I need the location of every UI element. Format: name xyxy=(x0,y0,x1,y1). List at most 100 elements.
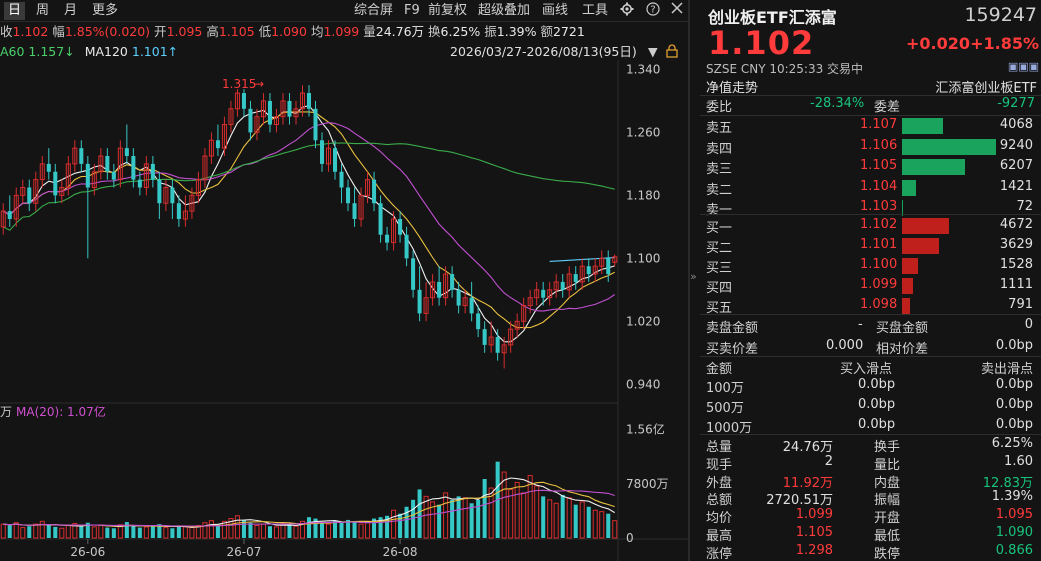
f9-button[interactable]: F9 xyxy=(404,2,420,20)
weicha-label: 委差 xyxy=(874,100,901,115)
tab-day[interactable]: 日 xyxy=(4,2,26,20)
bid-price[interactable]: 1.098 xyxy=(860,297,897,312)
price-tick-label: 1.100 xyxy=(626,251,660,265)
ma60-line xyxy=(3,142,615,231)
volume-bar xyxy=(469,503,474,538)
stat-label: 涨停 xyxy=(706,546,733,561)
bid-volume-bar xyxy=(902,258,918,274)
super-overlay-button[interactable]: 超级叠加 xyxy=(478,2,530,20)
expand-arrow-icon[interactable]: » xyxy=(690,270,697,283)
stat-value: 12.83万 xyxy=(982,475,1033,491)
candle-body xyxy=(124,148,129,157)
stat-label: 量比 xyxy=(874,457,901,473)
composite-screen-button[interactable]: 综合屏 xyxy=(354,2,393,20)
volume-bar xyxy=(137,527,142,538)
divider xyxy=(700,356,1041,357)
swing-value: 1.39% xyxy=(496,24,537,39)
x-axis-label: 26-08 xyxy=(383,545,418,559)
ask-price[interactable]: 1.104 xyxy=(860,179,897,194)
volume-bar xyxy=(325,523,332,539)
ask-price[interactable]: 1.107 xyxy=(860,117,897,132)
ask-volume: 1421 xyxy=(999,178,1033,194)
volume-ma-legend: MA(20): 1.07亿 xyxy=(16,404,106,419)
ask-volume: 6207 xyxy=(999,158,1033,173)
nav-trend-label[interactable]: 净值走势 xyxy=(706,77,758,96)
price-tick-label: 0.940 xyxy=(626,377,660,391)
stat-value: 6.25% xyxy=(991,436,1033,451)
relative-spread-value: 0.0bp xyxy=(995,338,1033,353)
volume-bar xyxy=(79,526,84,538)
ask-volume-bar xyxy=(902,118,944,134)
volume-bar xyxy=(566,497,572,539)
volume-bar xyxy=(254,525,260,539)
candle-body xyxy=(111,171,116,180)
price-tick-label: 1.180 xyxy=(626,188,660,202)
bid-volume-bar xyxy=(902,298,911,314)
close-icon[interactable] xyxy=(668,2,686,20)
volume-label: 量 xyxy=(363,24,376,39)
low-value: 1.090 xyxy=(271,24,307,39)
stat-value: 1.090 xyxy=(995,525,1033,540)
volume-tick-label: 7800万 xyxy=(626,477,669,491)
stat-label: 换手 xyxy=(874,440,901,455)
tab-week[interactable]: 周 xyxy=(32,2,53,20)
volume-bar xyxy=(358,523,364,539)
dropdown-arrow-icon[interactable]: ▼ xyxy=(648,42,658,62)
divider xyxy=(700,214,1041,215)
slippage-amount: 100万 xyxy=(706,381,744,396)
stat-value: 2720.51万 xyxy=(766,493,833,509)
volume-bar xyxy=(111,528,116,538)
slippage-amount: 500万 xyxy=(706,401,744,416)
volume-bar xyxy=(98,525,104,539)
bid-price[interactable]: 1.101 xyxy=(860,237,897,252)
ask-level-label: 卖一 xyxy=(706,203,733,218)
sell-amount-value: - xyxy=(858,317,863,332)
candle-body xyxy=(215,140,220,149)
bid-price[interactable]: 1.100 xyxy=(860,257,897,272)
candle-body xyxy=(417,289,422,314)
tools-button[interactable]: 工具 xyxy=(582,2,608,20)
candle-body xyxy=(53,171,58,196)
volume-bar xyxy=(150,525,155,538)
date-range[interactable]: 2026/03/27-2026/08/13(95日) xyxy=(450,42,637,62)
volume-value: 24.76万 xyxy=(375,24,425,39)
kline-chart[interactable]: 1.340 1.260 1.180 1.100 1.020 0.940 1.56亿 7800… xyxy=(0,60,688,561)
quote-summary-line: 收1.102 幅1.85%(0.020) 开1.095 高1.105 低1.09… xyxy=(0,22,688,42)
ask-price[interactable]: 1.103 xyxy=(860,199,897,214)
bid-price[interactable]: 1.102 xyxy=(860,217,897,232)
volume-bar xyxy=(476,499,481,538)
gear-icon[interactable] xyxy=(618,2,636,20)
swing-label: 振 xyxy=(484,24,497,39)
sell-amount-label: 卖盘金额 xyxy=(706,321,759,336)
volume-bar xyxy=(547,499,553,539)
tab-month[interactable]: 月 xyxy=(60,2,81,20)
draw-line-button[interactable]: 画线 xyxy=(542,2,568,20)
weicha-value: -9277 xyxy=(997,96,1035,111)
ask-price[interactable]: 1.106 xyxy=(860,138,897,153)
divider xyxy=(700,314,1041,315)
stat-value: 1.105 xyxy=(795,525,833,540)
volume-bar xyxy=(20,527,26,539)
bid-price[interactable]: 1.099 xyxy=(860,277,897,292)
bid-level-label: 买四 xyxy=(706,281,733,296)
open-label: 开 xyxy=(154,24,167,39)
ask-price[interactable]: 1.105 xyxy=(860,158,897,173)
tab-more[interactable]: 更多 xyxy=(88,2,122,20)
stat-label: 振幅 xyxy=(874,493,901,509)
ask-volume-bar xyxy=(902,159,965,175)
volume-bar xyxy=(534,485,540,539)
candle-body xyxy=(476,313,481,330)
panel-toggle-icon[interactable]: ▣▣▣ xyxy=(1008,60,1039,73)
volume-bar xyxy=(287,524,292,538)
volume-bar xyxy=(170,528,175,538)
candle-body xyxy=(573,274,578,282)
max-arrow: → xyxy=(254,77,264,91)
help-icon[interactable]: ? xyxy=(644,2,662,20)
weibi-value: -28.34% xyxy=(810,96,865,111)
slippage-header-amount: 金额 xyxy=(706,362,733,377)
volume-bar xyxy=(39,520,45,539)
etf-quote-window: 日 周 月 更多 综合屏 F9 前复权 超级叠加 画线 工具 ? 收1.102 … xyxy=(0,0,1041,561)
forward-adjust-button[interactable]: 前复权 xyxy=(428,2,467,20)
ma5-line xyxy=(3,104,615,343)
ask-volume-bar xyxy=(902,138,996,155)
